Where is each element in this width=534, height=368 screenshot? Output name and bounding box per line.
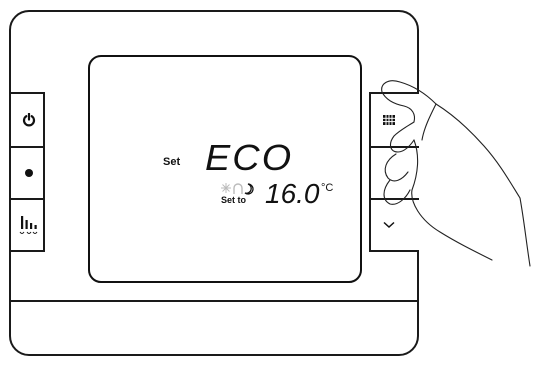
power-button[interactable] xyxy=(11,94,43,146)
bottom-divider xyxy=(11,300,417,302)
schedule-button[interactable] xyxy=(11,198,43,250)
set-to-label: Set to xyxy=(221,195,247,205)
set-label: Set xyxy=(163,156,181,168)
schedule-bars-icon xyxy=(17,214,41,236)
power-icon xyxy=(17,113,41,127)
setpoint-temperature: 16.0 xyxy=(265,178,320,209)
status-icons xyxy=(221,181,255,195)
away-icon xyxy=(233,183,243,194)
hand-illustration xyxy=(381,80,531,267)
dot-icon xyxy=(17,168,41,178)
moon-icon xyxy=(244,183,254,195)
temperature-unit: °C xyxy=(321,182,334,194)
mode-display: ECO xyxy=(205,137,294,178)
thermostat-device: Set ECO Set to 16.0 °C xyxy=(9,10,419,356)
mode-button[interactable] xyxy=(11,146,43,198)
sun-icon xyxy=(221,183,231,193)
left-button-column xyxy=(11,92,45,252)
lcd-screen: Set ECO Set to 16.0 °C xyxy=(88,55,362,283)
